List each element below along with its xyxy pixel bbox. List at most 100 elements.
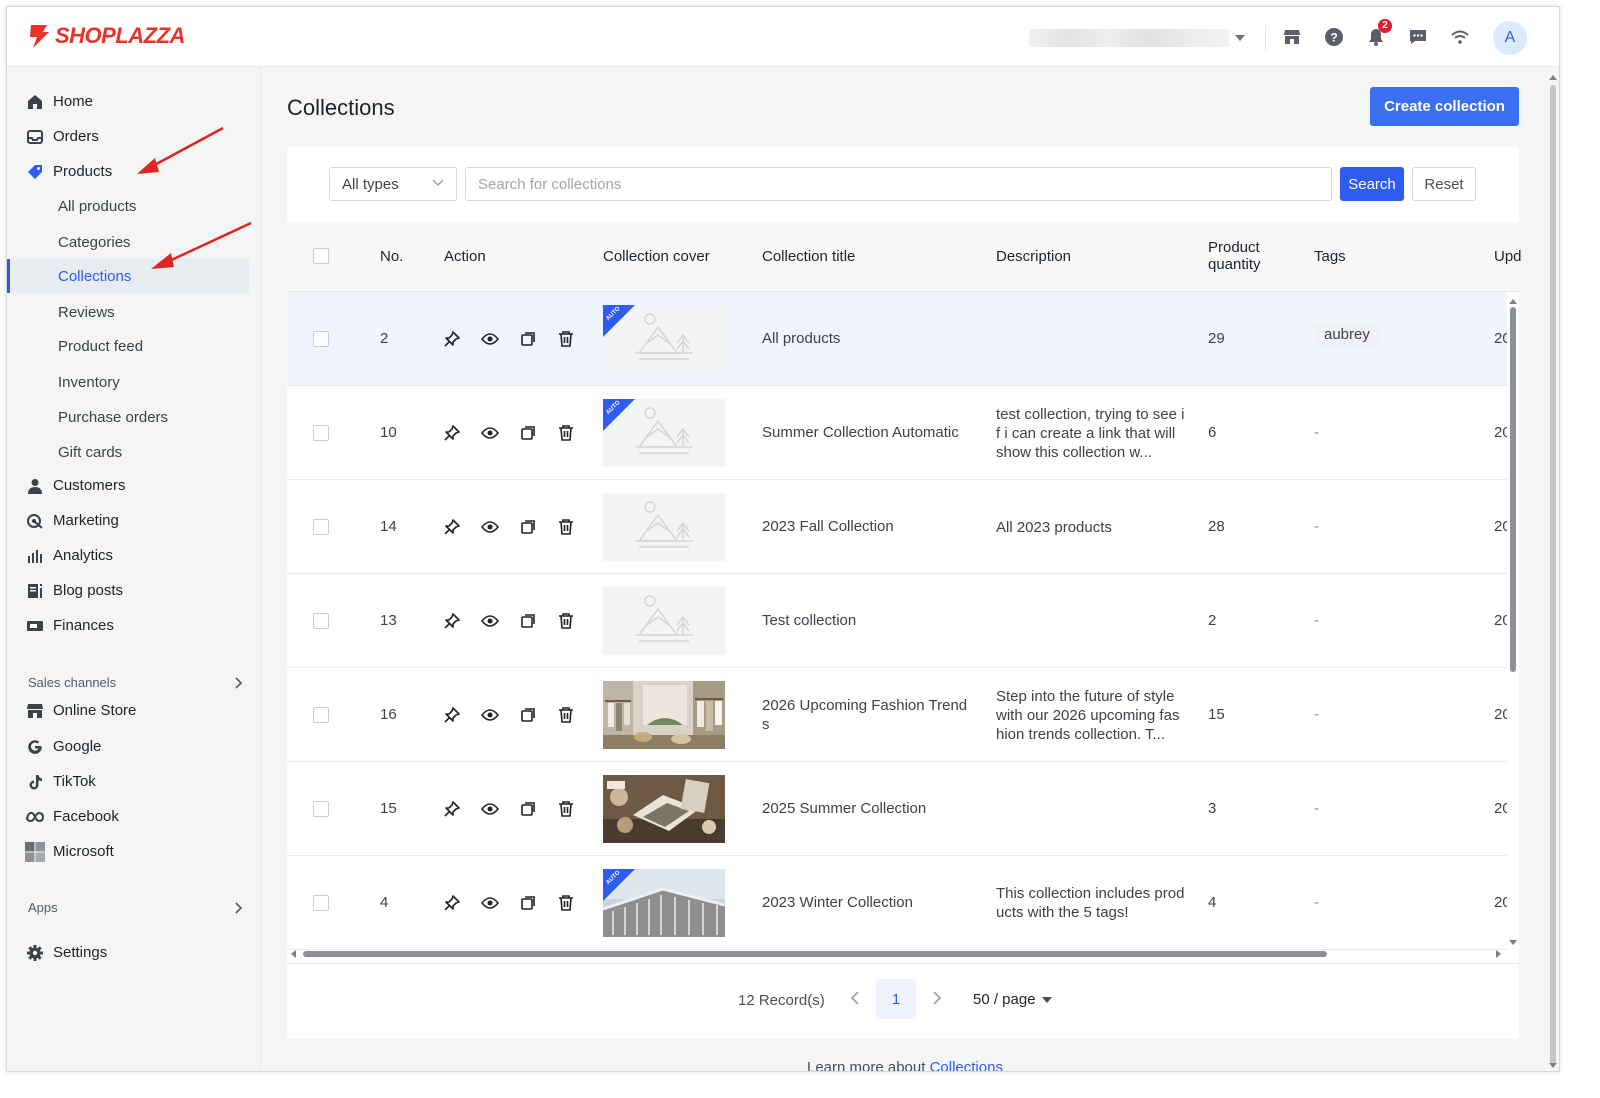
- view-eye-icon[interactable]: [480, 611, 500, 631]
- duplicate-icon[interactable]: [518, 799, 538, 819]
- sidebar-item-marketing[interactable]: Marketing: [7, 505, 261, 537]
- reset-button[interactable]: Reset: [1412, 167, 1476, 201]
- column-header-updated[interactable]: Upd: [1494, 248, 1522, 265]
- type-filter-select[interactable]: All types: [329, 167, 457, 201]
- pin-icon[interactable]: [442, 799, 462, 819]
- scroll-left-icon[interactable]: [289, 948, 297, 960]
- row-checkbox[interactable]: [313, 519, 329, 535]
- sidebar-item-facebook[interactable]: Facebook: [7, 801, 261, 833]
- sidebar-item-google[interactable]: Google: [7, 731, 261, 763]
- view-eye-icon[interactable]: [480, 893, 500, 913]
- help-icon[interactable]: ?: [1322, 25, 1346, 49]
- delete-trash-icon[interactable]: [556, 517, 576, 537]
- page-scroll-up-icon[interactable]: [1547, 73, 1559, 81]
- sidebar-subitem-gift-cards[interactable]: Gift cards: [7, 435, 261, 469]
- row-title[interactable]: Test collection: [762, 612, 856, 629]
- row-title[interactable]: 2023 Winter Collection: [762, 894, 913, 911]
- table-row[interactable]: 4 AUTO 2023 Winter Collection This colle…: [287, 856, 1507, 950]
- notification-bell-icon[interactable]: 2: [1364, 19, 1392, 49]
- page-scroll-thumb[interactable]: [1550, 85, 1556, 1065]
- view-eye-icon[interactable]: [480, 423, 500, 443]
- view-eye-icon[interactable]: [480, 705, 500, 725]
- row-title[interactable]: 2026 Upcoming Fashion Trends: [762, 696, 972, 734]
- table-row[interactable]: 15 2025 Summer Collection 3 - 2: [287, 762, 1507, 856]
- delete-trash-icon[interactable]: [556, 893, 576, 913]
- sidebar-section-apps[interactable]: Apps: [28, 900, 243, 920]
- wifi-icon[interactable]: [1448, 25, 1472, 49]
- sidebar-item-online-store[interactable]: Online Store: [7, 695, 261, 727]
- avatar[interactable]: A: [1493, 21, 1527, 55]
- sidebar-item-customers[interactable]: Customers: [7, 470, 261, 502]
- duplicate-icon[interactable]: [518, 893, 538, 913]
- delete-trash-icon[interactable]: [556, 705, 576, 725]
- sidebar-item-blog-posts[interactable]: Blog posts: [7, 575, 261, 607]
- row-checkbox[interactable]: [313, 425, 329, 441]
- learn-more-link[interactable]: Collections: [930, 1059, 1003, 1071]
- table-row[interactable]: 2 AUTO All products 29 aubrey 20: [287, 292, 1507, 386]
- select-all-checkbox[interactable]: [313, 248, 329, 264]
- search-button[interactable]: Search: [1340, 167, 1404, 201]
- view-eye-icon[interactable]: [480, 799, 500, 819]
- pin-icon[interactable]: [442, 517, 462, 537]
- sidebar-item-products[interactable]: Products: [7, 156, 261, 188]
- sidebar-item-settings[interactable]: Settings: [7, 937, 261, 969]
- sidebar-subitem-collections[interactable]: Collections: [7, 259, 249, 293]
- sidebar-subitem-reviews[interactable]: Reviews: [7, 295, 261, 329]
- duplicate-icon[interactable]: [518, 611, 538, 631]
- pin-icon[interactable]: [442, 611, 462, 631]
- row-checkbox[interactable]: [313, 707, 329, 723]
- pin-icon[interactable]: [442, 423, 462, 443]
- page-scroll-down-icon[interactable]: [1547, 1062, 1559, 1070]
- pin-icon[interactable]: [442, 893, 462, 913]
- table-row[interactable]: 14 2023 Fall Collection All 2023 product…: [287, 480, 1507, 574]
- horizontal-scroll-thumb[interactable]: [303, 951, 1327, 957]
- sidebar-item-finances[interactable]: Finances: [7, 610, 261, 642]
- duplicate-icon[interactable]: [518, 517, 538, 537]
- row-title[interactable]: Summer Collection Automatic: [762, 424, 959, 441]
- sidebar-item-tiktok[interactable]: TikTok: [7, 766, 261, 798]
- page-number-button[interactable]: 1: [876, 979, 916, 1019]
- table-vertical-scrollbar[interactable]: [1507, 297, 1519, 947]
- page-size-select[interactable]: 50 / page: [973, 991, 1052, 1008]
- sidebar-subitem-all-products[interactable]: All products: [7, 189, 261, 223]
- pin-icon[interactable]: [442, 329, 462, 349]
- delete-trash-icon[interactable]: [556, 611, 576, 631]
- row-checkbox[interactable]: [313, 801, 329, 817]
- row-checkbox[interactable]: [313, 895, 329, 911]
- pin-icon[interactable]: [442, 705, 462, 725]
- table-row[interactable]: 10 AUTO Summer Collection Automatic test…: [287, 386, 1507, 480]
- prev-page-icon[interactable]: [850, 991, 860, 1005]
- vertical-scroll-thumb[interactable]: [1510, 307, 1516, 672]
- duplicate-icon[interactable]: [518, 423, 538, 443]
- search-input[interactable]: [465, 167, 1332, 201]
- message-icon[interactable]: [1406, 25, 1430, 49]
- create-collection-button[interactable]: Create collection: [1370, 87, 1519, 126]
- table-horizontal-scrollbar[interactable]: [287, 947, 1509, 961]
- scroll-down-icon[interactable]: [1507, 939, 1519, 947]
- column-header-no[interactable]: No.: [380, 248, 403, 265]
- scroll-up-icon[interactable]: [1507, 297, 1519, 305]
- row-checkbox[interactable]: [313, 331, 329, 347]
- delete-trash-icon[interactable]: [556, 423, 576, 443]
- view-eye-icon[interactable]: [480, 329, 500, 349]
- store-icon[interactable]: [1280, 25, 1304, 49]
- sidebar-subitem-product-feed[interactable]: Product feed: [7, 329, 261, 363]
- sidebar-section-sales-channels[interactable]: Sales channels: [28, 675, 243, 695]
- delete-trash-icon[interactable]: [556, 329, 576, 349]
- table-row[interactable]: 13 Test collection 2 - 20: [287, 574, 1507, 668]
- column-header-quantity[interactable]: Product quantity: [1208, 239, 1278, 273]
- next-page-icon[interactable]: [932, 991, 942, 1005]
- table-row[interactable]: 16 2026 Upcoming Fashion Trends Step int…: [287, 668, 1507, 762]
- delete-trash-icon[interactable]: [556, 799, 576, 819]
- sidebar-item-analytics[interactable]: Analytics: [7, 540, 261, 572]
- row-checkbox[interactable]: [313, 613, 329, 629]
- sidebar-item-microsoft[interactable]: Microsoft: [7, 836, 261, 868]
- view-eye-icon[interactable]: [480, 517, 500, 537]
- sidebar-item-home[interactable]: Home: [7, 86, 261, 118]
- store-switcher[interactable]: [1029, 27, 1247, 49]
- sidebar-subitem-categories[interactable]: Categories: [7, 225, 261, 259]
- sidebar-item-orders[interactable]: Orders: [7, 121, 261, 153]
- duplicate-icon[interactable]: [518, 329, 538, 349]
- row-title[interactable]: All products: [762, 330, 840, 347]
- page-vertical-scrollbar[interactable]: [1547, 67, 1559, 1071]
